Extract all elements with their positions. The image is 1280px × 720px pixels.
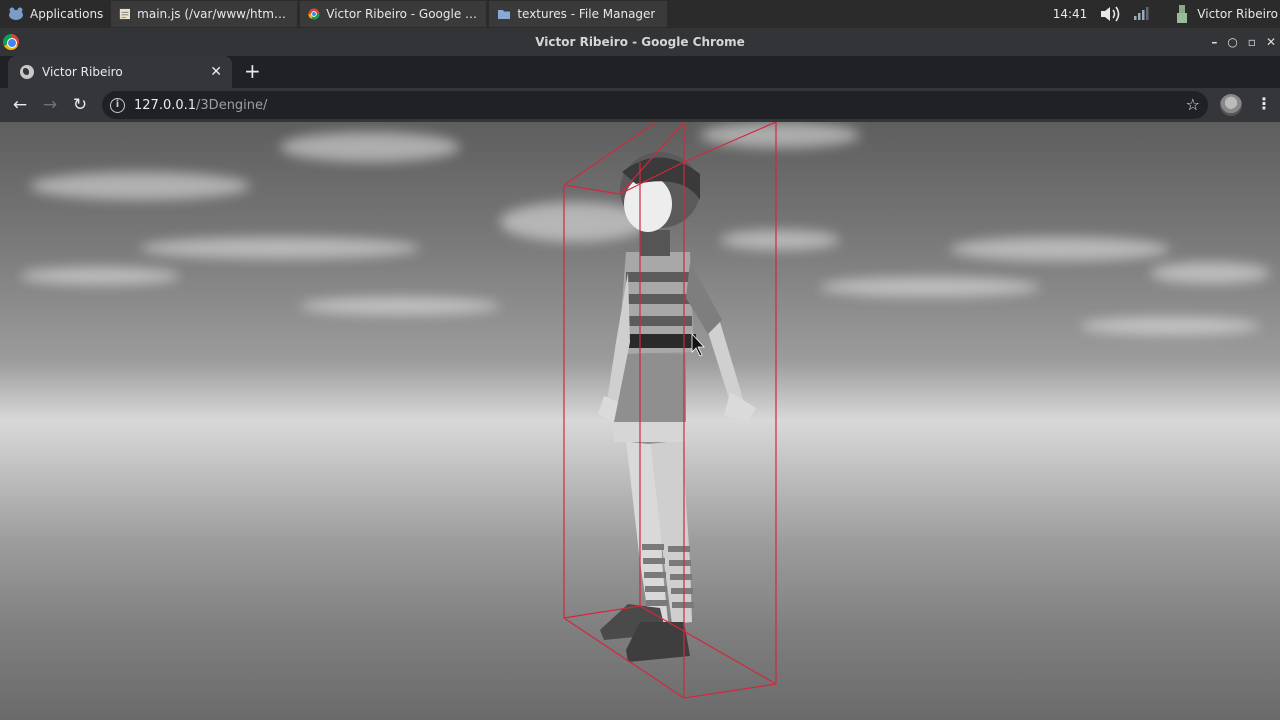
scene-canvas bbox=[563, 122, 777, 699]
applications-menu[interactable]: Applications bbox=[0, 0, 111, 28]
reload-button[interactable]: ↻ bbox=[65, 95, 95, 115]
network-signal-icon[interactable] bbox=[1133, 7, 1149, 21]
desktop-taskbar: Applications main.js (/var/www/html/3De.… bbox=[0, 0, 1280, 28]
task-label: Victor Ribeiro - Google Chro... bbox=[326, 7, 478, 21]
xfce-mouse-icon bbox=[9, 7, 23, 20]
info-icon[interactable]: i bbox=[110, 97, 125, 113]
close-tab-button[interactable]: ✕ bbox=[210, 64, 222, 80]
address-bar[interactable]: i 127.0.0.1/3Dengine/ ☆ bbox=[102, 91, 1208, 119]
webgl-viewport[interactable] bbox=[0, 122, 1280, 720]
window-title-bar: Victor Ribeiro - Google Chrome – ○ ▫ ✕ bbox=[0, 28, 1280, 56]
user-icon bbox=[1177, 5, 1188, 23]
chrome-icon bbox=[308, 8, 320, 20]
task-file-manager[interactable]: textures - File Manager bbox=[489, 1, 668, 27]
system-tray: 14:41 Victor Ribeiro bbox=[1053, 0, 1280, 28]
profile-avatar[interactable] bbox=[1220, 94, 1242, 116]
tab-title: Victor Ribeiro bbox=[42, 65, 123, 79]
chrome-menu-button[interactable]: ⋮ bbox=[1256, 94, 1272, 113]
window-controls: – ○ ▫ ✕ bbox=[1211, 28, 1276, 56]
task-label: main.js (/var/www/html/3De... bbox=[137, 7, 290, 21]
close-window-button[interactable]: ✕ bbox=[1266, 28, 1276, 56]
browser-toolbar: ← → ↻ i 127.0.0.1/3Dengine/ ☆ ⋮ bbox=[0, 88, 1280, 122]
url-path: /3Dengine/ bbox=[196, 97, 268, 113]
folder-icon bbox=[498, 10, 511, 19]
window-title: Victor Ribeiro - Google Chrome bbox=[535, 35, 745, 49]
task-text-editor[interactable]: main.js (/var/www/html/3De... bbox=[111, 1, 298, 27]
character-model[interactable] bbox=[598, 152, 756, 662]
back-button[interactable]: ← bbox=[5, 95, 35, 115]
new-tab-button[interactable]: + bbox=[244, 61, 261, 81]
volume-icon[interactable] bbox=[1099, 5, 1121, 23]
bookmark-star-icon[interactable]: ☆ bbox=[1186, 95, 1200, 114]
tab-strip: Victor Ribeiro ✕ + bbox=[0, 56, 1280, 88]
mouse-cursor-icon bbox=[691, 332, 705, 357]
maximize-button[interactable]: ○ bbox=[1227, 28, 1237, 56]
minimize-button[interactable]: – bbox=[1211, 28, 1217, 56]
tab-victor-ribeiro[interactable]: Victor Ribeiro ✕ bbox=[8, 56, 232, 88]
restore-button[interactable]: ▫ bbox=[1248, 28, 1256, 56]
applications-label: Applications bbox=[30, 7, 104, 21]
task-label: textures - File Manager bbox=[517, 7, 656, 21]
chrome-logo-icon bbox=[3, 34, 19, 50]
user-name[interactable]: Victor Ribeiro bbox=[1197, 7, 1278, 21]
text-editor-icon bbox=[120, 8, 131, 20]
globe-icon bbox=[20, 65, 34, 79]
forward-button[interactable]: → bbox=[35, 95, 65, 115]
url-host: 127.0.0.1 bbox=[134, 97, 197, 113]
clock: 14:41 bbox=[1052, 7, 1088, 21]
task-chrome[interactable]: Victor Ribeiro - Google Chro... bbox=[300, 1, 487, 27]
